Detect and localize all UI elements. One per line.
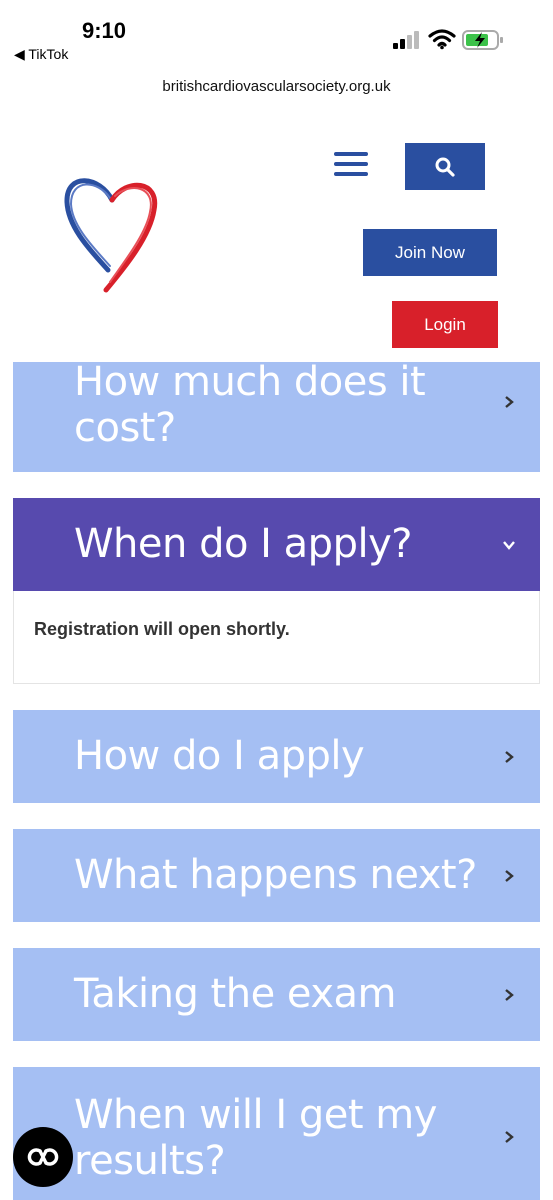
status-time: 9:10 — [82, 18, 127, 43]
search-button[interactable] — [405, 143, 485, 190]
accessibility-icon — [27, 1148, 59, 1166]
chevron-right-icon — [505, 870, 514, 882]
login-button[interactable]: Login — [392, 301, 498, 348]
back-to-app-link[interactable]: ◀ TikTok — [14, 46, 68, 63]
accordion-item-taking-exam[interactable]: Taking the exam — [13, 948, 540, 1041]
heart-logo-icon[interactable] — [60, 170, 165, 300]
chevron-right-icon — [505, 1131, 514, 1143]
accordion-item-results[interactable]: When will I get my results? — [13, 1067, 540, 1200]
accordion-item-when-apply[interactable]: When do I apply? — [13, 498, 540, 591]
hamburger-menu-icon[interactable] — [332, 150, 372, 180]
chevron-right-icon — [505, 751, 514, 763]
chevron-right-icon — [505, 989, 514, 1001]
chevron-right-icon — [505, 396, 514, 408]
cellular-signal-icon — [393, 31, 419, 49]
accordion-title: When will I get my results? — [74, 1092, 437, 1184]
browser-url-bar[interactable]: britishcardiovascularsociety.org.uk — [0, 78, 553, 95]
chevron-down-icon — [503, 541, 515, 550]
accordion-title: Taking the exam — [74, 971, 396, 1017]
accordion-title: How do I apply — [74, 733, 365, 779]
search-icon — [435, 157, 455, 177]
accordion-panel: Registration will open shortly. — [13, 591, 540, 684]
wifi-icon — [428, 29, 456, 50]
accordion-item-cost[interactable]: How much does it cost? — [13, 362, 540, 472]
accordion-title: What happens next? — [74, 852, 477, 898]
accordion-item-what-next[interactable]: What happens next? — [13, 829, 540, 922]
accordion-title: When do I apply? — [74, 521, 412, 567]
accordion-title: How much does it cost? — [74, 362, 426, 451]
accessibility-button[interactable] — [13, 1127, 73, 1187]
battery-charging-icon — [462, 30, 503, 50]
join-now-button[interactable]: Join Now — [363, 229, 497, 276]
accordion-item-how-apply[interactable]: How do I apply — [13, 710, 540, 803]
accordion-panel-text: Registration will open shortly. — [34, 619, 290, 639]
